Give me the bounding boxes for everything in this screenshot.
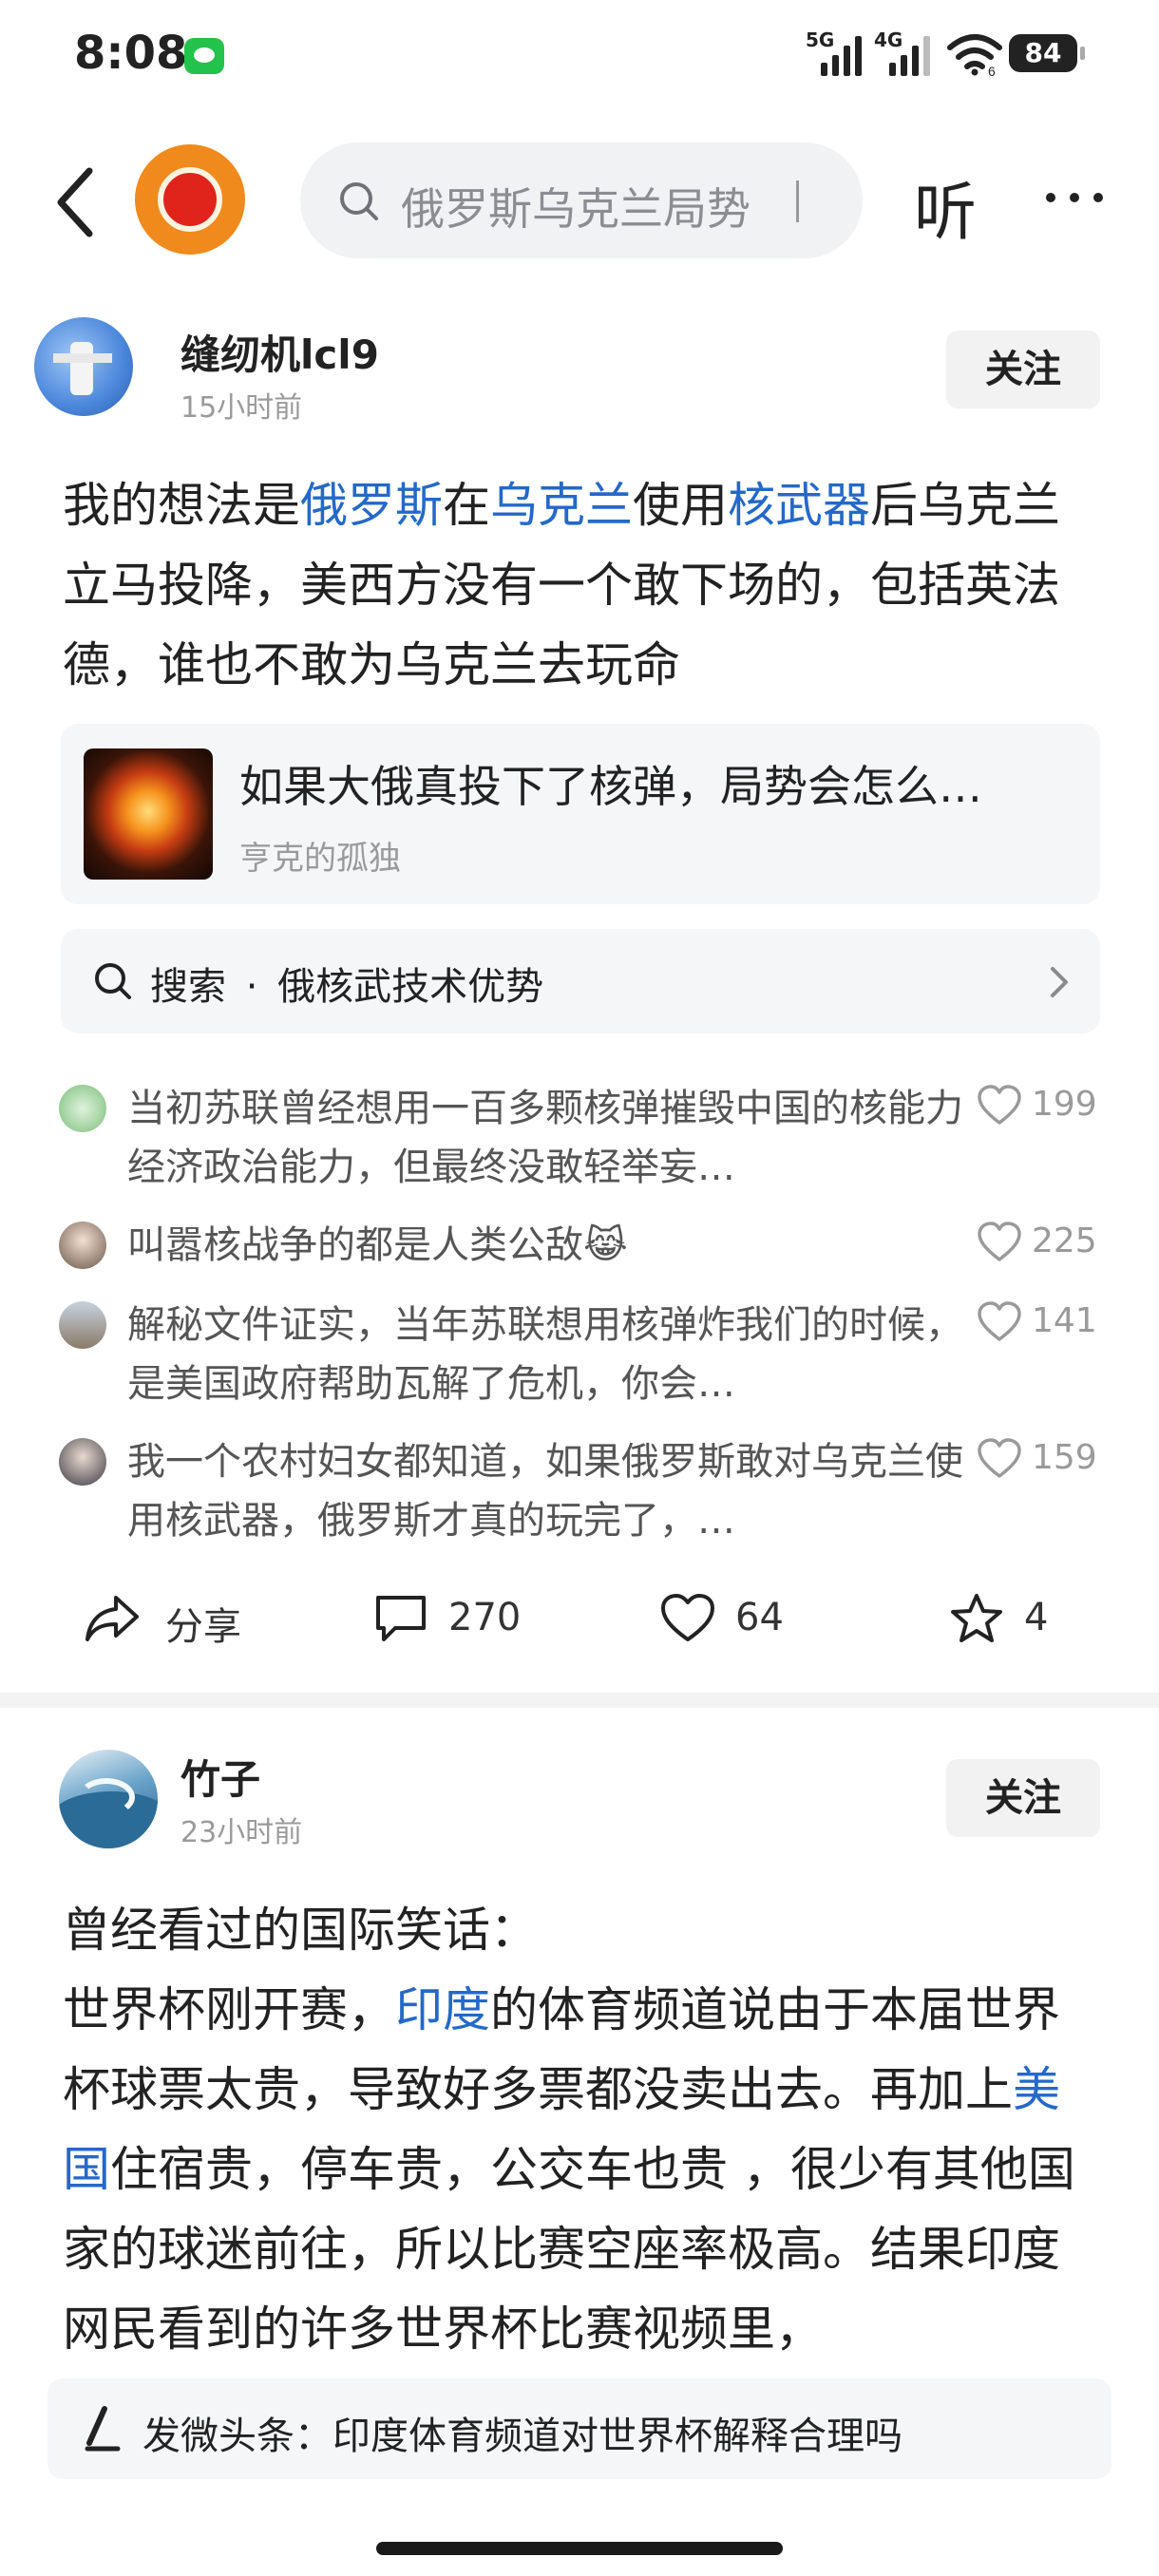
status-time: 8:08 xyxy=(74,27,188,80)
commenter-avatar xyxy=(59,1085,106,1132)
author-avatar[interactable] xyxy=(59,1750,158,1848)
pen-icon xyxy=(80,2405,124,2453)
signal-4g-label: 4G xyxy=(874,28,903,51)
follow-button[interactable]: 关注 xyxy=(946,1759,1100,1837)
commenter-avatar xyxy=(59,1438,106,1486)
comment-like-count: 141 xyxy=(1032,1301,1097,1340)
body-text-segment: 在 xyxy=(443,478,490,533)
commenter-avatar xyxy=(59,1222,106,1269)
linked-article-card[interactable]: 如果大俄真投下了核弹，局势会怎么… 亨克的孤独 xyxy=(61,724,1100,904)
share-button[interactable]: 分享 xyxy=(84,1579,255,1655)
wifi-label: 6 xyxy=(988,64,996,76)
search-icon xyxy=(336,179,382,224)
share-label: 分享 xyxy=(165,1605,241,1649)
keyword-link[interactable]: 核武器 xyxy=(728,478,870,533)
article-title: 如果大俄真投下了核弹，局势会怎么… xyxy=(239,761,982,812)
body-text-segment: 曾经看过的国际笑话： xyxy=(63,1903,538,1958)
body-text-segment: 世界杯刚开赛， xyxy=(63,1982,395,2037)
post-time: 15小时前 xyxy=(180,391,303,425)
comment-icon xyxy=(376,1596,426,1641)
search-placeholder: 俄罗斯乌克兰局势 xyxy=(401,183,750,235)
wechat-notification-icon xyxy=(184,38,224,74)
back-icon[interactable] xyxy=(48,160,104,245)
like-button[interactable]: 64 xyxy=(659,1579,811,1655)
post-divider xyxy=(0,1693,1159,1708)
search-suggestion-prefix: 搜索 xyxy=(150,965,226,1009)
commenter-avatar xyxy=(59,1301,106,1349)
comment-text: 叫嚣核战争的都是人类公敌😹 xyxy=(127,1223,628,1267)
comment-like-count: 159 xyxy=(1032,1438,1097,1477)
keyword-link[interactable]: 印度 xyxy=(395,1982,490,2037)
author-name[interactable]: 缝纫机lcl9 xyxy=(180,323,379,381)
follow-button[interactable]: 关注 xyxy=(946,331,1100,408)
heart-icon[interactable] xyxy=(977,1085,1022,1127)
post-time: 23小时前 xyxy=(180,1816,303,1849)
app-logo-icon[interactable] xyxy=(135,144,245,255)
signal-4g-icon: 4G xyxy=(874,28,935,76)
status-bar: 8:08 5G 4G 6 84 xyxy=(0,0,1159,110)
comment-text: 我一个农村妇女都知道，如果俄罗斯敢对乌克兰使用核武器，俄罗斯才真的玩完了，… xyxy=(127,1440,963,1543)
related-search-suggestion[interactable]: 搜索 · 俄核武技术优势 xyxy=(61,929,1100,1033)
keyword-link[interactable]: 乌克兰 xyxy=(490,478,633,533)
heart-icon xyxy=(661,1594,714,1641)
comment-text: 解秘文件证实，当年苏联想用核弹炸我们的时候，是美国政府帮助瓦解了危机，你会… xyxy=(127,1303,963,1406)
like-count: 64 xyxy=(735,1596,784,1639)
favorite-button[interactable]: 4 xyxy=(948,1579,1081,1655)
favorite-count: 4 xyxy=(1024,1596,1049,1639)
article-source: 亨克的孤独 xyxy=(239,840,401,878)
search-suggestion-separator: · xyxy=(245,965,258,1009)
comment-text: 当初苏联曾经想用一百多颗核弹摧毁中国的核能力经济政治能力，但最终没敢轻举妄… xyxy=(127,1087,963,1189)
text-cursor xyxy=(796,180,799,222)
compose-post-bar[interactable]: 发微头条：印度体育频道对世界杯解释合理吗 xyxy=(48,2378,1112,2479)
heart-icon[interactable] xyxy=(977,1438,1022,1480)
chevron-right-icon xyxy=(1047,963,1072,1001)
more-options-icon[interactable] xyxy=(1041,179,1108,217)
author-avatar[interactable] xyxy=(34,317,133,416)
comment-like-count: 225 xyxy=(1032,1222,1097,1260)
comment-like-count: 199 xyxy=(1032,1085,1097,1124)
comment-button[interactable]: 270 xyxy=(372,1579,543,1655)
search-suggestion-text: 搜索 · 俄核武技术优势 xyxy=(150,956,543,1011)
comment-count: 270 xyxy=(448,1596,522,1639)
heart-icon[interactable] xyxy=(977,1301,1022,1343)
body-text-segment: 住宿贵，停车贵，公交车也贵 ，很少有其他国家的球迷前往，所以比赛空座率极高。结果… xyxy=(63,2142,1075,2357)
body-text-segment: 使用 xyxy=(633,478,728,533)
post-body-text[interactable]: 我的想法是俄罗斯在乌克兰使用核武器后乌克兰立马投降，美西方没有一个敢下场的，包括… xyxy=(63,465,1100,705)
listen-button[interactable]: 听 xyxy=(914,161,977,253)
article-thumbnail xyxy=(84,748,213,880)
home-indicator[interactable] xyxy=(376,2542,783,2555)
author-name[interactable]: 竹子 xyxy=(180,1748,260,1806)
signal-5g-icon: 5G xyxy=(806,28,866,76)
search-icon xyxy=(91,959,135,1003)
post-action-bar: 分享 270 64 4 xyxy=(0,1579,1159,1655)
post-body-text[interactable]: 曾经看过的国际笑话： 世界杯刚开赛，印度的体育频道说由于本届世界杯球票太贵，导致好… xyxy=(63,1890,1100,2369)
battery-indicator: 84 xyxy=(1009,34,1085,72)
search-input[interactable]: 俄罗斯乌克兰局势 xyxy=(300,142,863,258)
signal-5g-label: 5G xyxy=(806,28,835,51)
share-icon xyxy=(86,1596,139,1641)
body-text-segment: 我的想法是 xyxy=(63,478,300,533)
star-icon xyxy=(951,1594,1002,1642)
compose-prompt: 发微头条：印度体育频道对世界杯解释合理吗 xyxy=(142,2415,902,2458)
search-suggestion-query: 俄核武技术优势 xyxy=(277,965,544,1009)
keyword-link[interactable]: 俄罗斯 xyxy=(300,478,443,533)
wifi-icon: 6 xyxy=(946,32,1003,79)
heart-icon[interactable] xyxy=(977,1222,1022,1263)
top-navigation-bar: 俄罗斯乌克兰局势 听 xyxy=(0,133,1159,272)
